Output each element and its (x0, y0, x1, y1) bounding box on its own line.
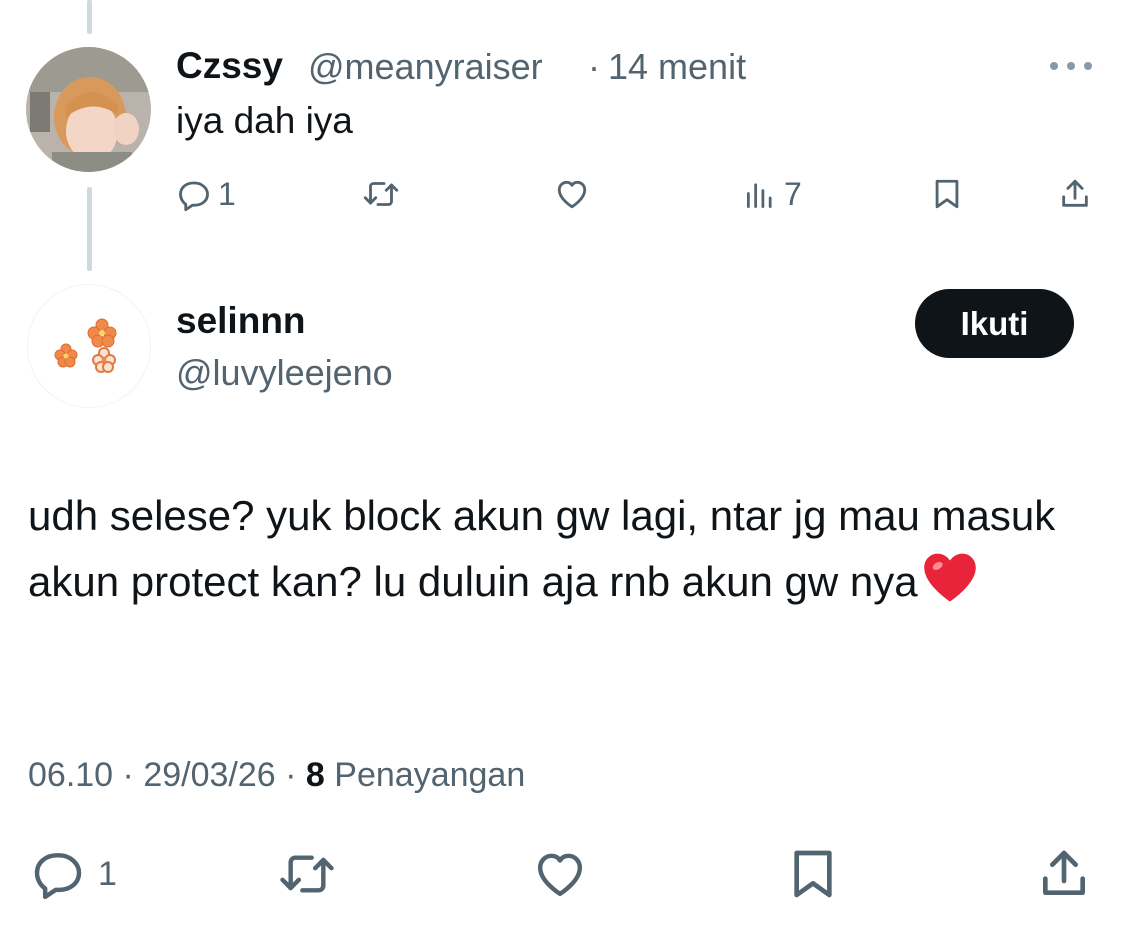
reply-action-share[interactable] (1058, 176, 1092, 212)
tweet-text: udh selese? yuk block akun gw lagi, ntar… (28, 492, 1056, 605)
retweet-icon (272, 846, 342, 902)
tweet-action-like[interactable] (529, 846, 591, 902)
thread-line-top (87, 0, 92, 34)
avatar-selinnn[interactable] (27, 284, 151, 408)
reply-time[interactable]: 14 menit (608, 46, 746, 88)
reply-text: iya dah iya (176, 100, 353, 141)
bookmark-icon (930, 176, 964, 212)
heart-emoji (920, 550, 980, 623)
tweet-action-retweet[interactable] (272, 846, 342, 902)
tweet-display-name[interactable]: selinnn (176, 300, 306, 342)
reply-action-retweet[interactable] (360, 176, 402, 212)
like-icon (553, 176, 591, 212)
retweet-icon (360, 176, 402, 212)
more-icon[interactable] (1048, 58, 1094, 74)
tweet-reply-count: 1 (98, 854, 117, 893)
reply-icon (176, 177, 212, 213)
tweet-date[interactable]: 29/03/26 (143, 756, 275, 794)
follow-button[interactable]: Ikuti (915, 289, 1074, 358)
tweet-action-share[interactable] (1036, 846, 1092, 902)
views-icon (744, 177, 776, 213)
share-icon (1058, 176, 1092, 212)
meta-separator-2: · (285, 756, 297, 794)
tweet-meta: 06.10 · 29/03/26 · 8 Penayangan (28, 756, 525, 795)
reply-action-views[interactable]: 7 (744, 176, 802, 213)
reply-separator: · (588, 46, 600, 87)
tweet-action-reply[interactable]: 1 (28, 846, 117, 902)
avatar-czssy[interactable] (26, 47, 151, 172)
meta-separator-1: · (122, 756, 134, 794)
thread-line-bottom (87, 187, 92, 271)
reply-action-like[interactable] (553, 176, 591, 212)
share-icon (1036, 846, 1092, 902)
tweet-handle[interactable]: @luvyleejeno (176, 352, 393, 394)
tweet-views-count: 8 (305, 756, 325, 794)
reply-display-name[interactable]: Czssy (176, 45, 283, 87)
reply-action-bookmark[interactable] (930, 176, 964, 212)
reply-handle[interactable]: @meanyraiser (308, 46, 543, 88)
reply-action-reply[interactable]: 1 (176, 176, 236, 213)
like-icon (529, 846, 591, 902)
reply-count: 1 (218, 176, 236, 212)
reply-icon (28, 846, 88, 902)
tweet-text-block: udh selese? yuk block akun gw lagi, ntar… (28, 483, 1088, 623)
tweet-time[interactable]: 06.10 (28, 756, 113, 794)
reply-views-count: 7 (784, 176, 802, 212)
tweet-action-bookmark[interactable] (785, 846, 841, 902)
tweet-views-label[interactable]: Penayangan (334, 756, 525, 794)
bookmark-icon (785, 846, 841, 902)
